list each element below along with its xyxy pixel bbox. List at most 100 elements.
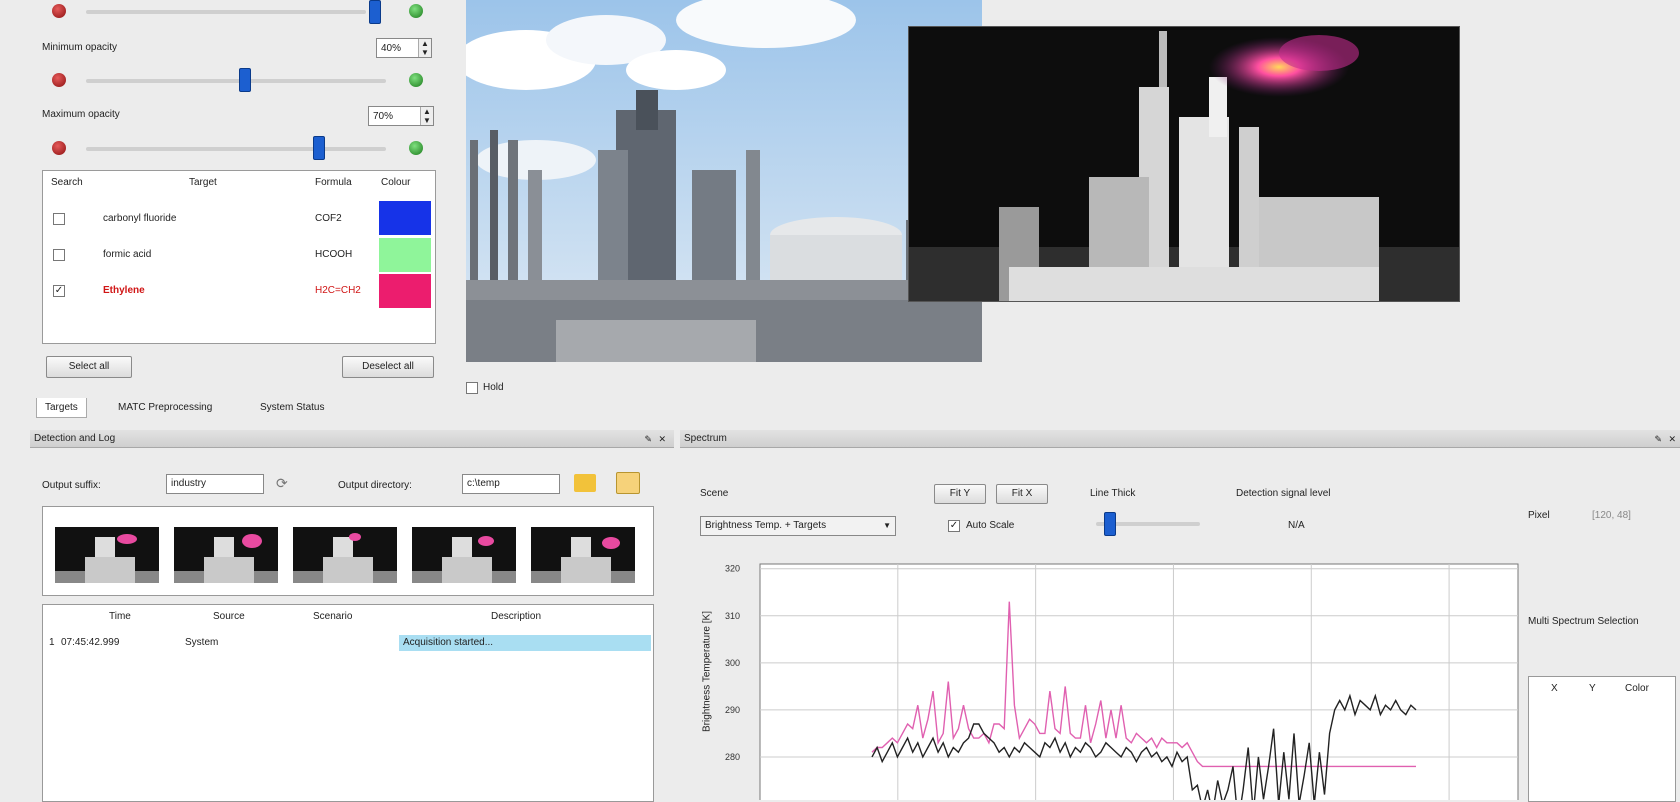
- visible-camera-image: [466, 0, 982, 362]
- log-header-scenario: Scenario: [313, 611, 353, 622]
- browse-folder-icon[interactable]: [574, 474, 596, 492]
- detection-thumbnails: [42, 506, 654, 596]
- multi-spectrum-label: Multi Spectrum Selection: [1528, 616, 1639, 627]
- max-opacity-spinbox[interactable]: 70% ▲ ▼: [368, 106, 434, 126]
- scene-value: Brightness Temp. + Targets: [705, 520, 827, 531]
- detection-thumbnail[interactable]: [55, 527, 159, 583]
- header-search: Search: [51, 177, 83, 188]
- table-row[interactable]: carbonyl fluoride COF2: [43, 201, 435, 237]
- close-icon[interactable]: ✕: [658, 430, 666, 448]
- deselect-all-button[interactable]: Deselect all: [342, 356, 434, 378]
- auto-scale-label: Auto Scale: [966, 520, 1015, 531]
- log-table: Time Source Scenario Description 1 07:45…: [42, 604, 654, 802]
- pixel-value: [120, 48]: [1592, 510, 1631, 521]
- header-formula: Formula: [315, 177, 352, 188]
- spectrum-header: Spectrum ✎ ✕: [680, 430, 1680, 448]
- detection-thumbnail[interactable]: [174, 527, 278, 583]
- output-suffix-label: Output suffix:: [42, 480, 101, 491]
- log-row-index: 1: [49, 637, 55, 648]
- output-directory-label: Output directory:: [338, 480, 412, 491]
- min-opacity-track[interactable]: [86, 79, 386, 83]
- select-all-button[interactable]: Select all: [46, 356, 132, 378]
- max-opacity-thumb[interactable]: [313, 136, 325, 160]
- increase-icon[interactable]: [409, 4, 423, 18]
- increase-max-opacity-icon[interactable]: [409, 141, 423, 155]
- y-tick-label: 300: [725, 658, 740, 668]
- tab-targets[interactable]: Targets: [36, 398, 87, 418]
- spin-arrows-icon[interactable]: ▲ ▼: [418, 39, 431, 57]
- log-row-time: 07:45:42.999: [61, 637, 120, 648]
- spectrum-title: Spectrum: [684, 433, 727, 444]
- detection-signal-label: Detection signal level: [1236, 488, 1331, 499]
- pixel-label: Pixel: [1528, 510, 1550, 521]
- infrared-scene: [909, 27, 1459, 301]
- colour-swatch[interactable]: [379, 274, 431, 308]
- increase-min-opacity-icon[interactable]: [409, 73, 423, 87]
- max-opacity-track[interactable]: [86, 147, 386, 151]
- output-directory-input[interactable]: c:\temp: [462, 474, 560, 494]
- line-thickness-label: Line Thick: [1090, 488, 1136, 499]
- close-icon[interactable]: ✕: [1668, 430, 1676, 448]
- detection-signal-value: N/A: [1288, 520, 1305, 531]
- auto-scale-checkbox[interactable]: ✓: [948, 520, 960, 532]
- log-row-source: System: [185, 637, 219, 648]
- spin-arrows-icon[interactable]: ▲ ▼: [420, 107, 433, 125]
- table-row[interactable]: ✓ Ethylene H2C=CH2: [43, 273, 435, 309]
- min-opacity-value: 40%: [381, 43, 402, 54]
- pin-icon[interactable]: ✎: [1654, 430, 1662, 448]
- slider-thumb[interactable]: [369, 0, 381, 24]
- multi-spectrum-table: X Y Color: [1528, 676, 1676, 802]
- max-opacity-value: 70%: [373, 111, 394, 122]
- target-name: carbonyl fluoride: [103, 213, 177, 224]
- slider-track[interactable]: [86, 10, 366, 14]
- fit-x-button[interactable]: Fit X: [996, 484, 1048, 504]
- detection-log-title: Detection and Log: [34, 433, 116, 444]
- y-tick-label: 310: [725, 611, 740, 621]
- decrease-icon[interactable]: [52, 4, 66, 18]
- min-opacity-thumb[interactable]: [239, 68, 251, 92]
- table-row[interactable]: formic acid HCOOH: [43, 237, 435, 273]
- detection-thumbnail[interactable]: [293, 527, 397, 583]
- tab-system-status[interactable]: System Status: [252, 398, 332, 418]
- search-checkbox[interactable]: [53, 249, 65, 261]
- y-tick-label: 280: [725, 752, 740, 762]
- y-tick-label: 320: [725, 564, 740, 574]
- detection-thumbnail[interactable]: [531, 527, 635, 583]
- min-opacity-label: Minimum opacity: [42, 42, 118, 53]
- decrease-min-opacity-icon[interactable]: [52, 73, 66, 87]
- refinery-scene: [466, 0, 982, 362]
- open-folder-icon[interactable]: [616, 472, 640, 494]
- tab-matc-preprocessing[interactable]: MATC Preprocessing: [110, 398, 220, 418]
- output-suffix-input[interactable]: industry: [166, 474, 264, 494]
- header-target: Target: [189, 177, 217, 188]
- decrease-max-opacity-icon[interactable]: [52, 141, 66, 155]
- multi-header-color: Color: [1625, 683, 1649, 694]
- detection-log-header: Detection and Log ✎ ✕: [30, 430, 674, 448]
- colour-swatch[interactable]: [379, 201, 431, 235]
- target-name: formic acid: [103, 249, 152, 260]
- colour-swatch[interactable]: [379, 238, 431, 272]
- log-header-description: Description: [491, 611, 542, 622]
- hold-label: Hold: [483, 382, 504, 393]
- fit-y-button[interactable]: Fit Y: [934, 484, 986, 504]
- search-checkbox[interactable]: ✓: [53, 285, 65, 297]
- log-header-time: Time: [109, 611, 131, 622]
- search-checkbox[interactable]: [53, 213, 65, 225]
- multi-header-y: Y: [1589, 683, 1596, 694]
- line-thickness-thumb[interactable]: [1104, 512, 1116, 536]
- target-formula: COF2: [315, 213, 342, 224]
- detection-thumbnail[interactable]: [412, 527, 516, 583]
- scene-dropdown[interactable]: Brightness Temp. + Targets ▼: [700, 516, 896, 536]
- chevron-down-icon[interactable]: ▼: [883, 517, 891, 535]
- log-header-source: Source: [213, 611, 245, 622]
- pin-icon[interactable]: ✎: [644, 430, 652, 448]
- target-formula: HCOOH: [315, 249, 353, 260]
- spectrum-chart[interactable]: 320310300290280270: [704, 556, 1524, 800]
- y-tick-label: 290: [725, 705, 740, 715]
- table-row[interactable]: 1 07:45:42.999 System Acquisition starte…: [43, 635, 651, 651]
- min-opacity-spinbox[interactable]: 40% ▲ ▼: [376, 38, 432, 58]
- hold-checkbox[interactable]: [466, 382, 478, 394]
- refresh-icon[interactable]: ⟳: [276, 474, 294, 492]
- multi-header-x: X: [1551, 683, 1558, 694]
- header-colour: Colour: [381, 177, 411, 188]
